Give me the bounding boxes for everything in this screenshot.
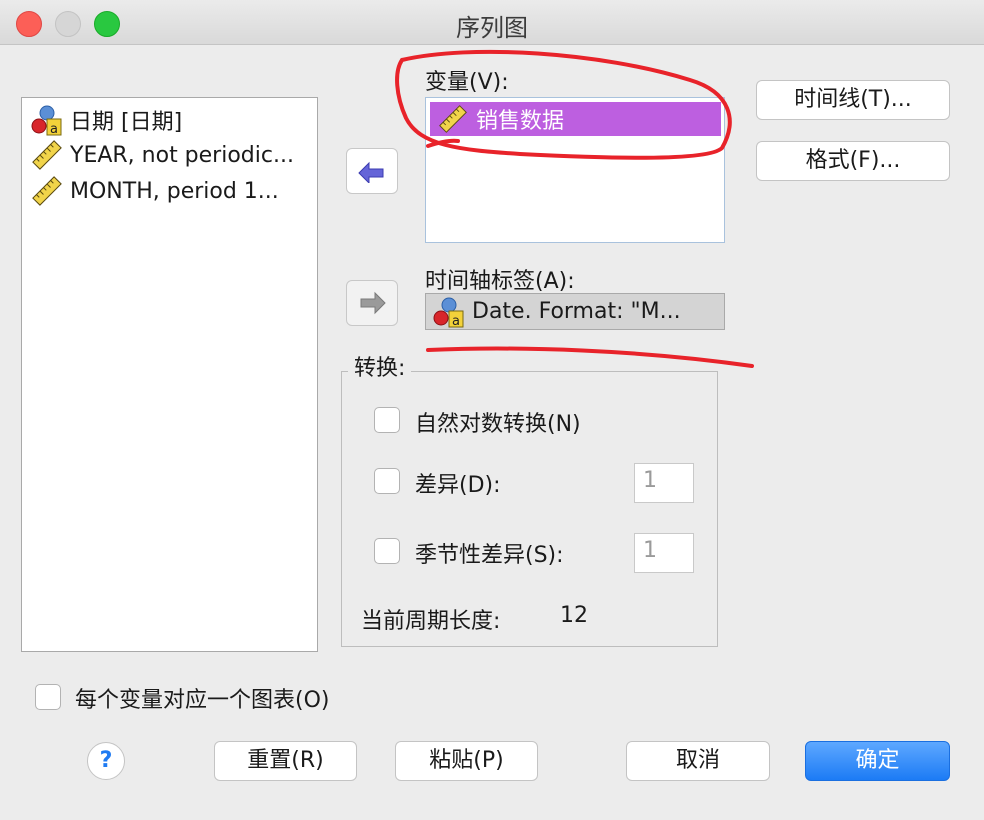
time-axis-value: Date. Format: "M... <box>472 299 681 324</box>
window-title: 序列图 <box>456 14 528 42</box>
title-bar: 序列图 <box>0 0 984 45</box>
variables-list[interactable]: 销售数据 <box>425 97 725 243</box>
selected-variable-label: 销售数据 <box>476 109 565 134</box>
one-chart-per-variable-checkbox[interactable] <box>35 684 61 710</box>
paste-button[interactable]: 粘贴(P) <box>395 741 538 781</box>
source-item-label: YEAR, not periodic... <box>70 142 294 168</box>
time-axis-label: 时间轴标签(A): <box>425 269 575 294</box>
dialog-window: 序列图 a 日期 [日期] YEAR, not periodic... MONT… <box>0 0 984 820</box>
format-button[interactable]: 格式(F)... <box>756 141 950 181</box>
help-button[interactable]: ? <box>87 742 125 780</box>
seasonal-difference-input[interactable]: 1 <box>634 533 694 573</box>
natural-log-checkbox[interactable] <box>374 407 400 433</box>
time-lines-button[interactable]: 时间线(T)... <box>756 80 950 120</box>
nominal-date-icon: a <box>433 297 464 328</box>
svg-text:a: a <box>50 122 58 136</box>
cancel-button[interactable]: 取消 <box>626 741 770 781</box>
natural-log-label: 自然对数转换(N) <box>415 412 581 437</box>
difference-input[interactable]: 1 <box>634 463 694 503</box>
difference-checkbox[interactable] <box>374 468 400 494</box>
source-item-year[interactable]: YEAR, not periodic... <box>30 138 294 172</box>
seasonal-difference-checkbox[interactable] <box>374 538 400 564</box>
move-to-variables-button[interactable] <box>346 148 398 194</box>
time-axis-field[interactable]: a Date. Format: "M... <box>425 293 725 330</box>
source-item-label: MONTH, period 1... <box>70 178 279 204</box>
variables-label: 变量(V): <box>425 70 509 95</box>
scale-ruler-icon <box>439 105 467 133</box>
scale-ruler-icon <box>32 140 62 170</box>
scale-ruler-icon <box>32 176 62 206</box>
ok-button[interactable]: 确定 <box>805 741 950 781</box>
transform-group-title: 转换: <box>348 350 412 382</box>
source-variable-list[interactable]: a 日期 [日期] YEAR, not periodic... MONTH, p… <box>21 97 318 652</box>
one-chart-per-variable-label: 每个变量对应一个图表(O) <box>75 688 330 713</box>
arrow-left-icon <box>358 161 384 183</box>
svg-text:a: a <box>452 314 460 328</box>
seasonal-difference-label: 季节性差异(S): <box>415 543 564 568</box>
selected-variable-item[interactable]: 销售数据 <box>430 102 721 136</box>
source-item-label: 日期 [日期] <box>70 110 183 135</box>
source-item-month[interactable]: MONTH, period 1... <box>30 174 279 208</box>
arrow-right-icon <box>360 291 386 315</box>
nominal-date-icon: a <box>31 105 62 136</box>
move-to-axis-label-button[interactable] <box>346 280 398 326</box>
difference-label: 差异(D): <box>415 473 501 498</box>
reset-button[interactable]: 重置(R) <box>214 741 357 781</box>
period-length-value: 12 <box>560 603 588 628</box>
source-item-date[interactable]: a 日期 [日期] <box>30 103 182 137</box>
period-length-label: 当前周期长度: <box>361 609 501 634</box>
